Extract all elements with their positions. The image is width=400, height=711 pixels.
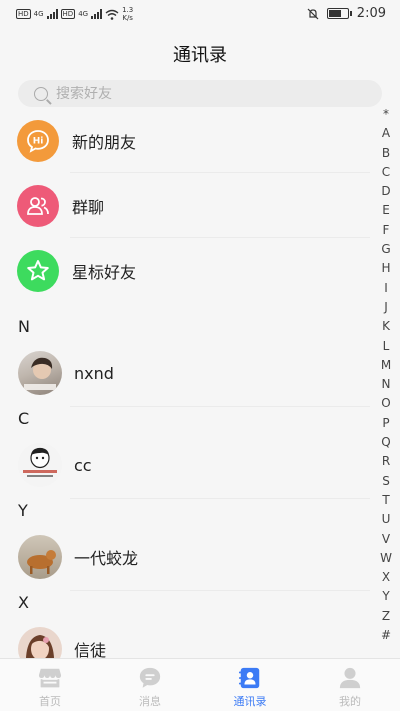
index-letter[interactable]: W xyxy=(380,549,392,568)
hi-glyph: Hi xyxy=(33,136,44,146)
new-friends-label: 新的朋友 xyxy=(72,132,137,152)
battery-icon xyxy=(326,8,352,19)
contact-item-cc[interactable]: cc xyxy=(0,431,370,499)
group-chat-entry[interactable]: 群聊 xyxy=(0,173,370,238)
index-letter[interactable]: M xyxy=(381,356,391,375)
section-header-y: Y xyxy=(18,501,28,520)
network-speed: 1.3 K/s xyxy=(122,6,133,22)
index-letter[interactable]: * xyxy=(383,105,389,124)
search-bar[interactable] xyxy=(18,80,382,107)
section-header-n: N xyxy=(18,317,30,336)
navigation-header: 通讯录 xyxy=(0,30,400,78)
index-letter[interactable]: Q xyxy=(381,433,390,452)
index-letter[interactable]: # xyxy=(381,626,391,645)
alphabet-index-bar[interactable]: * A B C D E F G H I J K L M N O P Q R S T U V W X Y Z # xyxy=(378,105,394,645)
contact-list: N nxnd C cc Y 一代蛟龙 X 信徒 xyxy=(0,315,370,683)
index-letter[interactable]: Y xyxy=(382,587,389,606)
section-header-c: C xyxy=(18,409,30,428)
mute-icon xyxy=(307,8,319,19)
function-list: Hi 新的朋友 群聊 星标好友 xyxy=(0,108,370,303)
index-letter[interactable]: D xyxy=(381,182,390,201)
index-letter[interactable]: B xyxy=(382,144,390,163)
avatar xyxy=(18,351,62,395)
index-letter[interactable]: K xyxy=(382,317,390,336)
tab-label: 消息 xyxy=(139,695,161,708)
section-header-x: X xyxy=(18,593,29,612)
index-letter[interactable]: P xyxy=(382,414,389,433)
tab-label: 首页 xyxy=(39,695,61,708)
tab-home[interactable]: 首页 xyxy=(0,659,100,711)
contact-name: cc xyxy=(74,455,92,475)
avatar xyxy=(18,535,62,579)
group-icon xyxy=(17,184,59,227)
index-letter[interactable]: Z xyxy=(382,607,390,626)
contacts-book-icon xyxy=(238,667,260,689)
person-icon xyxy=(339,667,361,689)
hd-badge-2: HD xyxy=(60,9,76,19)
index-letter[interactable]: X xyxy=(382,568,390,587)
index-letter[interactable]: V xyxy=(382,530,390,549)
index-letter[interactable]: C xyxy=(382,163,390,182)
hd-badge-1: HD xyxy=(16,9,31,19)
speed-value: 1.3 xyxy=(122,6,134,14)
index-letter[interactable]: O xyxy=(381,394,390,413)
index-letter[interactable]: L xyxy=(383,337,390,356)
index-letter[interactable]: J xyxy=(384,298,388,317)
signal-icon-2 xyxy=(91,9,103,19)
bottom-tab-bar: 首页 消息 通讯录 我的 xyxy=(0,658,400,711)
search-input[interactable] xyxy=(56,85,336,102)
contact-name: 一代蛟龙 xyxy=(74,549,139,568)
index-letter[interactable]: S xyxy=(382,472,390,491)
speed-unit: K/s xyxy=(122,14,133,22)
network-type-2: 4G xyxy=(78,10,89,18)
index-letter[interactable]: E xyxy=(382,201,390,220)
index-letter[interactable]: F xyxy=(383,221,390,240)
index-letter[interactable]: I xyxy=(384,279,388,298)
index-letter[interactable]: H xyxy=(381,259,390,278)
clock: 2:09 xyxy=(356,6,386,21)
search-icon xyxy=(34,86,48,101)
new-friends-entry[interactable]: Hi 新的朋友 xyxy=(0,108,370,173)
group-chat-label: 群聊 xyxy=(72,197,105,217)
store-icon xyxy=(38,668,62,688)
wifi-icon xyxy=(105,9,119,20)
contact-item-yidaijiaolong[interactable]: 一代蛟龙 xyxy=(0,523,370,591)
avatar xyxy=(18,443,62,487)
tab-label: 通讯录 xyxy=(233,695,267,708)
tab-profile[interactable]: 我的 xyxy=(300,659,400,711)
index-letter[interactable]: U xyxy=(382,510,391,529)
tab-messages[interactable]: 消息 xyxy=(100,659,200,711)
index-letter[interactable]: R xyxy=(382,452,390,471)
tab-contacts[interactable]: 通讯录 xyxy=(200,659,300,711)
chat-bubble-icon xyxy=(139,667,161,688)
index-letter[interactable]: G xyxy=(381,240,390,259)
star-icon xyxy=(17,249,59,292)
contact-item-nxnd[interactable]: nxnd xyxy=(0,339,370,407)
starred-friends-label: 星标好友 xyxy=(72,262,137,282)
status-bar: HD 4G HD 4G 1.3 K/s 2:09 xyxy=(0,0,400,30)
network-type: 4G xyxy=(33,10,44,18)
contact-name: nxnd xyxy=(74,363,114,383)
signal-icon xyxy=(46,9,58,19)
starred-friends-entry[interactable]: 星标好友 xyxy=(0,238,370,303)
page-title: 通讯录 xyxy=(173,45,227,66)
index-letter[interactable]: T xyxy=(382,491,389,510)
hi-bubble-icon: Hi xyxy=(17,119,59,162)
tab-label: 我的 xyxy=(339,695,361,708)
index-letter[interactable]: N xyxy=(382,375,391,394)
index-letter[interactable]: A xyxy=(382,124,390,143)
